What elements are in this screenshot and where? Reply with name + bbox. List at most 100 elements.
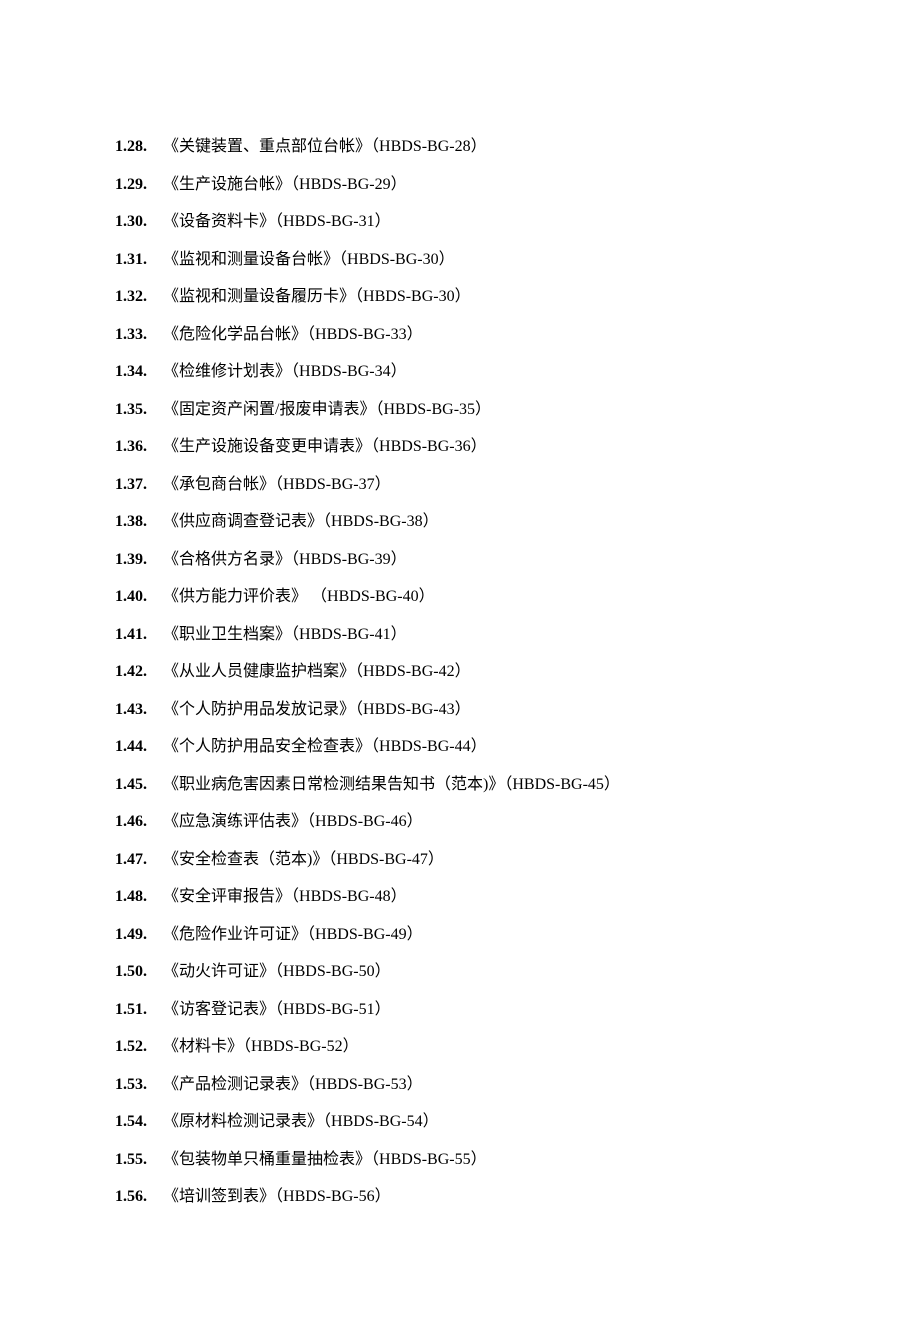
item-code: HBDS-BG-56	[283, 1188, 375, 1205]
item-title: 《个人防护用品发放记录》	[163, 701, 355, 718]
item-number: 1.40.	[115, 585, 163, 609]
item-code: HBDS-BG-44	[379, 738, 471, 755]
item-code: HBDS-BG-50	[283, 963, 375, 980]
item-number: 1.35.	[115, 398, 163, 422]
list-item: 1.28.《关键装置、重点部位台帐》（HBDS-BG-28）	[115, 135, 805, 159]
list-item: 1.51.《访客登记表》（HBDS-BG-51）	[115, 998, 805, 1022]
item-code: HBDS-BG-48	[299, 888, 391, 905]
item-code: HBDS-BG-30	[347, 251, 439, 268]
item-text: 《合格供方名录》（HBDS-BG-39）	[163, 548, 407, 572]
item-title: 《安全检查表（范本)》	[163, 851, 328, 868]
list-item: 1.37.《承包商台帐》（HBDS-BG-37）	[115, 473, 805, 497]
list-item: 1.53.《产品检测记录表》（HBDS-BG-53）	[115, 1073, 805, 1097]
item-title: 《监视和测量设备履历卡》	[163, 288, 355, 305]
item-text: 《个人防护用品安全检查表》（HBDS-BG-44）	[163, 735, 487, 759]
item-title: 《危险化学品台帐》	[163, 326, 307, 343]
list-item: 1.44.《个人防护用品安全检查表》（HBDS-BG-44）	[115, 735, 805, 759]
item-number: 1.53.	[115, 1073, 163, 1097]
item-title: 《产品检测记录表》	[163, 1076, 307, 1093]
item-title: 《培训签到表》	[163, 1188, 275, 1205]
item-number: 1.30.	[115, 210, 163, 234]
item-number: 1.46.	[115, 810, 163, 834]
list-item: 1.36.《生产设施设备变更申请表》（HBDS-BG-36）	[115, 435, 805, 459]
item-title: 《包装物单只桶重量抽检表》	[163, 1151, 371, 1168]
list-item: 1.33.《危险化学品台帐》（HBDS-BG-33）	[115, 323, 805, 347]
item-title: 《安全评审报告》	[163, 888, 291, 905]
item-code: HBDS-BG-43	[363, 701, 455, 718]
item-text: 《材料卡》（HBDS-BG-52）	[163, 1035, 359, 1059]
document-list: 1.28.《关键装置、重点部位台帐》（HBDS-BG-28）1.29.《生产设施…	[115, 135, 805, 1209]
list-item: 1.39.《合格供方名录》（HBDS-BG-39）	[115, 548, 805, 572]
item-text: 《监视和测量设备台帐》（HBDS-BG-30）	[163, 248, 455, 272]
item-code: HBDS-BG-30	[363, 288, 455, 305]
item-number: 1.29.	[115, 173, 163, 197]
list-item: 1.35.《固定资产闲置/报废申请表》（HBDS-BG-35）	[115, 398, 805, 422]
item-text: 《原材料检测记录表》（HBDS-BG-54）	[163, 1110, 439, 1134]
list-item: 1.52.《材料卡》（HBDS-BG-52）	[115, 1035, 805, 1059]
document-page: 1.28.《关键装置、重点部位台帐》（HBDS-BG-28）1.29.《生产设施…	[0, 0, 920, 1323]
item-text: 《监视和测量设备履历卡》（HBDS-BG-30）	[163, 285, 471, 309]
item-number: 1.47.	[115, 848, 163, 872]
item-number: 1.39.	[115, 548, 163, 572]
item-title: 《从业人员健康监护档案》	[163, 663, 355, 680]
item-text: 《动火许可证》（HBDS-BG-50）	[163, 960, 391, 984]
list-item: 1.29.《生产设施台帐》（HBDS-BG-29）	[115, 173, 805, 197]
item-text: 《固定资产闲置/报废申请表》（HBDS-BG-35）	[163, 398, 491, 422]
list-item: 1.54.《原材料检测记录表》（HBDS-BG-54）	[115, 1110, 805, 1134]
item-number: 1.49.	[115, 923, 163, 947]
item-title: 《供应商调查登记表》	[163, 513, 323, 530]
item-title: 《合格供方名录》	[163, 551, 291, 568]
list-item: 1.48.《安全评审报告》（HBDS-BG-48）	[115, 885, 805, 909]
item-text: 《访客登记表》（HBDS-BG-51）	[163, 998, 391, 1022]
item-title: 《设备资料卡》	[163, 213, 275, 230]
item-number: 1.36.	[115, 435, 163, 459]
item-code: HBDS-BG-53	[315, 1076, 407, 1093]
item-number: 1.33.	[115, 323, 163, 347]
item-number: 1.31.	[115, 248, 163, 272]
item-number: 1.48.	[115, 885, 163, 909]
item-text: 《危险作业许可证》（HBDS-BG-49）	[163, 923, 423, 947]
item-text: 《生产设施台帐》（HBDS-BG-29）	[163, 173, 407, 197]
item-title: 《应急演练评估表》	[163, 813, 307, 830]
list-item: 1.46.《应急演练评估表》（HBDS-BG-46）	[115, 810, 805, 834]
item-title: 《监视和测量设备台帐》	[163, 251, 339, 268]
list-item: 1.30.《设备资料卡》（HBDS-BG-31）	[115, 210, 805, 234]
item-number: 1.43.	[115, 698, 163, 722]
item-title: 《固定资产闲置/报废申请表》	[163, 401, 375, 418]
item-title: 《访客登记表》	[163, 1001, 275, 1018]
list-item: 1.43.《个人防护用品发放记录》（HBDS-BG-43）	[115, 698, 805, 722]
item-text: 《个人防护用品发放记录》（HBDS-BG-43）	[163, 698, 471, 722]
item-text: 《关键装置、重点部位台帐》（HBDS-BG-28）	[163, 135, 487, 159]
item-number: 1.51.	[115, 998, 163, 1022]
item-text: 《供应商调查登记表》（HBDS-BG-38）	[163, 510, 439, 534]
item-title: 《职业病危害因素日常检测结果告知书（范本)》	[163, 776, 504, 793]
item-code: HBDS-BG-42	[363, 663, 455, 680]
item-text: 《培训签到表》（HBDS-BG-56）	[163, 1185, 391, 1209]
item-code: HBDS-BG-49	[315, 926, 407, 943]
item-code: HBDS-BG-38	[331, 513, 423, 530]
item-number: 1.54.	[115, 1110, 163, 1134]
item-title: 《生产设施台帐》	[163, 176, 291, 193]
list-item: 1.50.《动火许可证》（HBDS-BG-50）	[115, 960, 805, 984]
item-number: 1.52.	[115, 1035, 163, 1059]
item-text: 《从业人员健康监护档案》（HBDS-BG-42）	[163, 660, 471, 684]
item-number: 1.55.	[115, 1148, 163, 1172]
item-number: 1.37.	[115, 473, 163, 497]
item-code: HBDS-BG-52	[251, 1038, 343, 1055]
item-text: 《检维修计划表》（HBDS-BG-34）	[163, 360, 407, 384]
item-code: HBDS-BG-29	[299, 176, 391, 193]
list-item: 1.34.《检维修计划表》（HBDS-BG-34）	[115, 360, 805, 384]
list-item: 1.41.《职业卫生档案》（HBDS-BG-41）	[115, 623, 805, 647]
list-item: 1.55.《包装物单只桶重量抽检表》（HBDS-BG-55）	[115, 1148, 805, 1172]
item-code: HBDS-BG-35	[383, 401, 475, 418]
item-title: 《生产设施设备变更申请表》	[163, 438, 371, 455]
item-code: HBDS-BG-37	[283, 476, 375, 493]
item-code: HBDS-BG-31	[283, 213, 375, 230]
list-item: 1.56.《培训签到表》（HBDS-BG-56）	[115, 1185, 805, 1209]
list-item: 1.47.《安全检查表（范本)》（HBDS-BG-47）	[115, 848, 805, 872]
item-title: 《供方能力评价表》	[163, 588, 311, 605]
list-item: 1.45.《职业病危害因素日常检测结果告知书（范本)》（HBDS-BG-45）	[115, 773, 805, 797]
item-title: 《危险作业许可证》	[163, 926, 307, 943]
item-text: 《应急演练评估表》（HBDS-BG-46）	[163, 810, 423, 834]
item-code: HBDS-BG-47	[336, 851, 428, 868]
